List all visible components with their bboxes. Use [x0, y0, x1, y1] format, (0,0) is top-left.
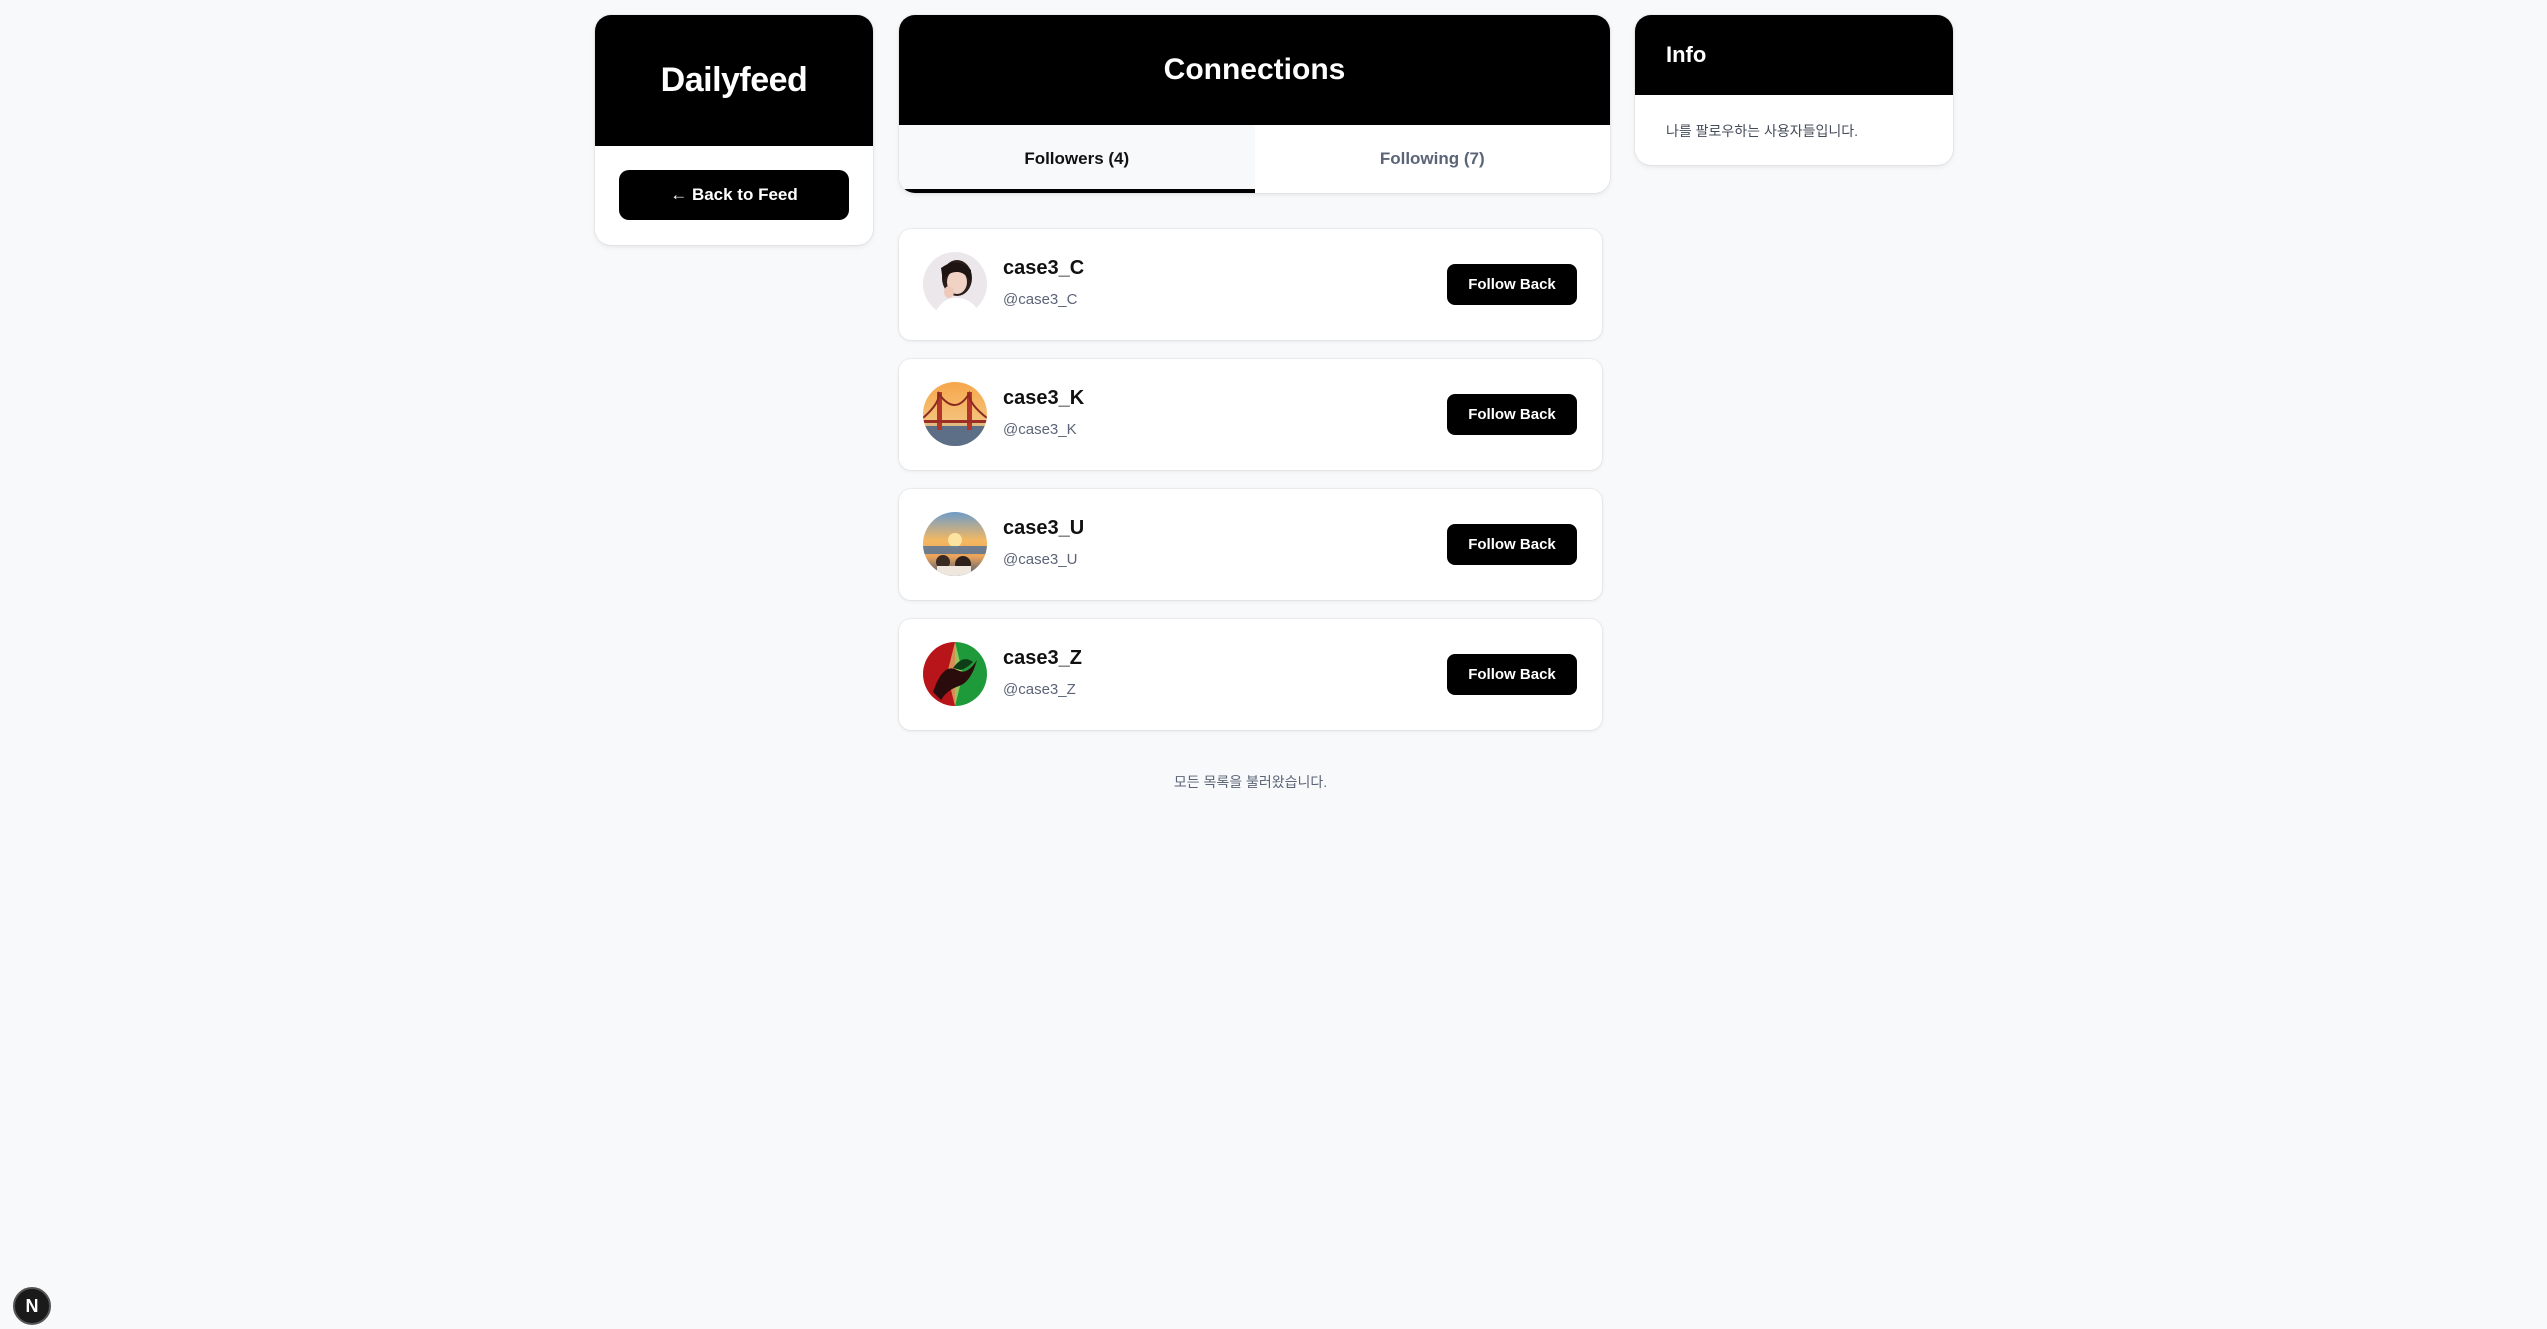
follow-back-button[interactable]: Follow Back — [1447, 264, 1577, 305]
follower-handle: @case3_C — [1003, 291, 1078, 308]
sunset-beach-avatar[interactable] — [923, 512, 987, 576]
follower-row: case3_U @case3_U Follow Back — [899, 489, 1602, 600]
follower-handle: @case3_U — [1003, 551, 1078, 568]
red-green-dragon-avatar[interactable] — [923, 642, 987, 706]
follower-name[interactable]: case3_U — [1003, 517, 1084, 540]
follower-row: case3_K @case3_K Follow Back — [899, 359, 1602, 470]
end-of-list-note: 모든 목록을 불러왔습니다. — [1173, 774, 1328, 790]
golden-gate-bridge-avatar[interactable] — [923, 382, 987, 446]
brand-title: Dailyfeed — [595, 15, 873, 146]
tab-followers[interactable]: Followers (4) — [899, 125, 1255, 193]
page-title: Connections — [899, 15, 1610, 125]
connections-tabs: Followers (4) Following (7) — [899, 125, 1610, 193]
back-to-feed-button[interactable]: ← Back to Feed — [619, 170, 849, 220]
follow-back-button[interactable]: Follow Back — [1447, 394, 1577, 435]
follower-handle: @case3_K — [1003, 421, 1077, 438]
follower-handle: @case3_Z — [1003, 681, 1076, 698]
follower-row: case3_Z @case3_Z Follow Back — [899, 619, 1602, 730]
woman-portrait-avatar[interactable] — [923, 252, 987, 316]
info-card: Info 나를 팔로우하는 사용자들입니다. — [1635, 15, 1953, 165]
follow-back-button[interactable]: Follow Back — [1447, 524, 1577, 565]
brand-card: Dailyfeed ← Back to Feed — [595, 15, 873, 245]
follower-row: case3_C @case3_C Follow Back — [899, 229, 1602, 340]
info-text: 나를 팔로우하는 사용자들입니다. — [1666, 123, 1858, 139]
info-title: Info — [1635, 15, 1953, 95]
follow-back-button[interactable]: Follow Back — [1447, 654, 1577, 695]
nextjs-icon[interactable]: N — [13, 1287, 51, 1325]
tab-following[interactable]: Following (7) — [1254, 125, 1610, 193]
follower-name[interactable]: case3_C — [1003, 257, 1084, 280]
follower-name[interactable]: case3_K — [1003, 387, 1084, 410]
follower-name[interactable]: case3_Z — [1003, 647, 1082, 670]
connections-card: Connections Followers (4) Following (7) — [899, 15, 1610, 193]
